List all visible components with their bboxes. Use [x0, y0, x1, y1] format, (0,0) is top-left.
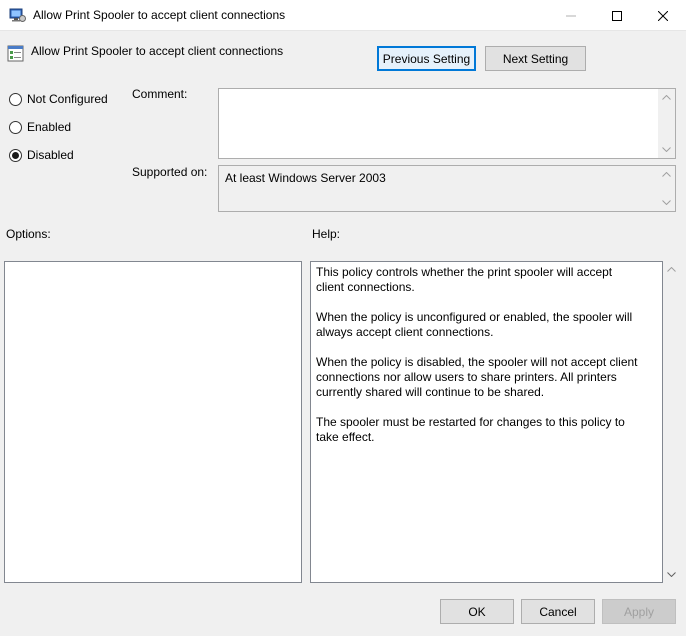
apply-button[interactable]: Apply [602, 599, 676, 624]
options-panel[interactable] [4, 261, 302, 583]
radio-circle[interactable] [9, 92, 22, 106]
radio-enabled[interactable]: Enabled [9, 119, 71, 135]
options-label: Options: [6, 227, 51, 241]
radio-circle[interactable] [9, 120, 22, 134]
next-setting-button[interactable]: Next Setting [485, 46, 586, 71]
help-label: Help: [312, 227, 341, 241]
setting-title: Allow Print Spooler to accept client con… [31, 44, 284, 58]
radio-disabled[interactable]: Disabled [9, 147, 74, 163]
maximize-button[interactable] [594, 0, 640, 31]
minimize-icon [566, 15, 576, 16]
help-scrollbar[interactable] [663, 261, 680, 583]
scroll-down-arrow-icon[interactable] [658, 194, 675, 211]
supported-on-label: Supported on: [132, 165, 208, 179]
ok-button[interactable]: OK [440, 599, 514, 624]
minimize-button[interactable] [548, 0, 594, 31]
scroll-down-arrow-icon[interactable] [658, 141, 675, 158]
close-button[interactable] [640, 0, 686, 31]
maximize-icon [612, 10, 622, 21]
help-panel[interactable]: This policy controls whether the print s… [310, 261, 663, 583]
radio-circle-selected[interactable] [9, 148, 22, 162]
comment-scrollbar[interactable] [658, 89, 675, 158]
window-title: Allow Print Spooler to accept client con… [33, 8, 286, 22]
help-paragraph: When the policy is unconfigured or enabl… [316, 310, 633, 339]
help-text: This policy controls whether the print s… [316, 265, 642, 460]
help-paragraph: This policy controls whether the print s… [316, 265, 613, 294]
cancel-button[interactable]: Cancel [521, 599, 595, 624]
help-paragraph: The spooler must be restarted for change… [316, 415, 625, 444]
supported-on-textbox[interactable]: At least Windows Server 2003 [218, 165, 676, 212]
close-icon [658, 10, 668, 21]
scroll-down-arrow-icon[interactable] [663, 566, 680, 583]
comment-textbox[interactable] [218, 88, 676, 159]
title-bar[interactable]: Allow Print Spooler to accept client con… [0, 0, 686, 31]
radio-label: Disabled [27, 148, 74, 162]
scroll-up-arrow-icon[interactable] [658, 166, 675, 183]
radio-label: Enabled [27, 120, 72, 134]
supported-on-value: At least Windows Server 2003 [225, 171, 386, 185]
radio-selected-dot [12, 151, 19, 159]
scroll-up-arrow-icon[interactable] [663, 261, 680, 278]
policy-setting-icon [7, 45, 24, 62]
group-policy-app-icon [9, 7, 26, 23]
supported-scrollbar[interactable] [658, 166, 675, 211]
comment-label: Comment: [132, 87, 188, 101]
radio-not-configured[interactable]: Not Configured [9, 91, 108, 107]
previous-setting-button[interactable]: Previous Setting [377, 46, 476, 71]
radio-label: Not Configured [27, 92, 108, 106]
scroll-up-arrow-icon[interactable] [658, 89, 675, 106]
help-paragraph: When the policy is disabled, the spooler… [316, 355, 638, 399]
